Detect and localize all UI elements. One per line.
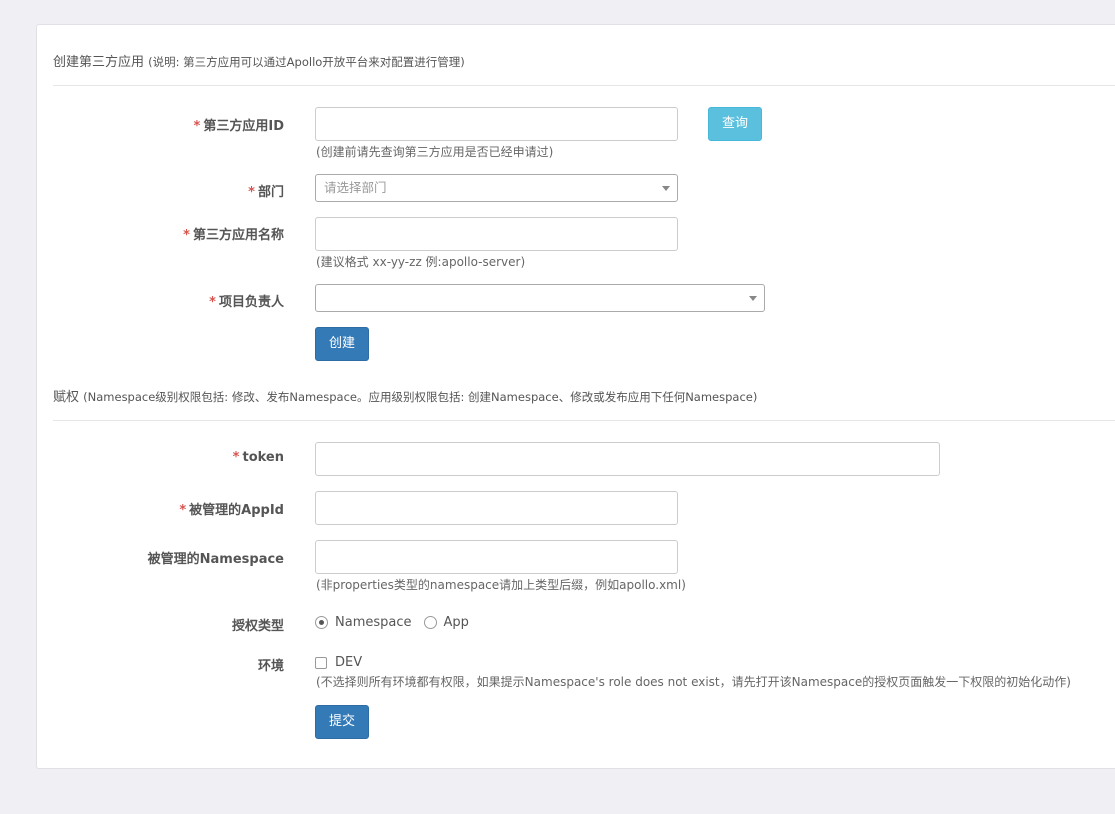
department-label: * 部门: [248, 185, 284, 200]
radio-namespace[interactable]: [315, 616, 328, 629]
managed-namespace-help: (非properties类型的namespace请加上类型后缀，例如apollo…: [316, 578, 686, 592]
app-name-input[interactable]: [315, 217, 678, 251]
owner-select[interactable]: [315, 284, 765, 312]
env-help: (不选择则所有环境都有权限，如果提示Namespace's role does …: [316, 675, 1071, 689]
grant-section-note: (Namespace级别权限包括: 修改、发布Namespace。应用级别权限包…: [83, 390, 758, 404]
token-input[interactable]: [315, 442, 940, 476]
env-dev-label[interactable]: DEV: [335, 655, 362, 670]
create-section-title: 创建第三方应用 (说明: 第三方应用可以通过Apollo开放平台来对配置进行管理…: [53, 55, 465, 70]
section-divider: [53, 420, 1115, 421]
department-placeholder: 请选择部门: [324, 180, 387, 195]
app-name-label: * 第三方应用名称: [183, 228, 284, 243]
app-id-help: (创建前请先查询第三方应用是否已经申请过): [316, 145, 554, 159]
submit-button[interactable]: 提交: [315, 705, 369, 739]
query-button[interactable]: 查询: [708, 107, 762, 141]
chevron-down-icon: [749, 296, 757, 301]
grant-type-label: 授权类型: [231, 619, 284, 634]
env-label: 环境: [257, 659, 284, 674]
env-checkbox-group: DEV: [315, 655, 362, 670]
radio-namespace-label[interactable]: Namespace: [335, 615, 412, 630]
managed-namespace-input[interactable]: [315, 540, 678, 574]
env-dev-checkbox[interactable]: [315, 656, 327, 669]
grant-type-radio-group: Namespace App: [315, 615, 469, 630]
radio-app[interactable]: [423, 616, 437, 629]
chevron-down-icon: [662, 186, 670, 191]
owner-label: * 项目负责人: [209, 295, 284, 310]
app-name-help: (建议格式 xx-yy-zz 例:apollo-server): [316, 255, 526, 269]
section-divider: [53, 85, 1115, 86]
radio-app-label[interactable]: App: [444, 615, 469, 630]
department-select[interactable]: 请选择部门: [315, 174, 678, 202]
create-section-note: (说明: 第三方应用可以通过Apollo开放平台来对配置进行管理): [148, 55, 465, 69]
create-button[interactable]: 创建: [315, 327, 369, 361]
managed-appid-input[interactable]: [315, 491, 678, 525]
managed-namespace-label: 被管理的Namespace: [147, 552, 284, 567]
grant-section-title: 赋权 (Namespace级别权限包括: 修改、发布Namespace。应用级别…: [53, 390, 758, 405]
token-label: * token: [232, 450, 284, 465]
app-id-label: * 第三方应用ID: [193, 119, 284, 134]
managed-appid-label: * 被管理的AppId: [179, 503, 284, 518]
app-id-input[interactable]: [315, 107, 678, 141]
main-panel: 创建第三方应用 (说明: 第三方应用可以通过Apollo开放平台来对配置进行管理…: [36, 24, 1115, 769]
